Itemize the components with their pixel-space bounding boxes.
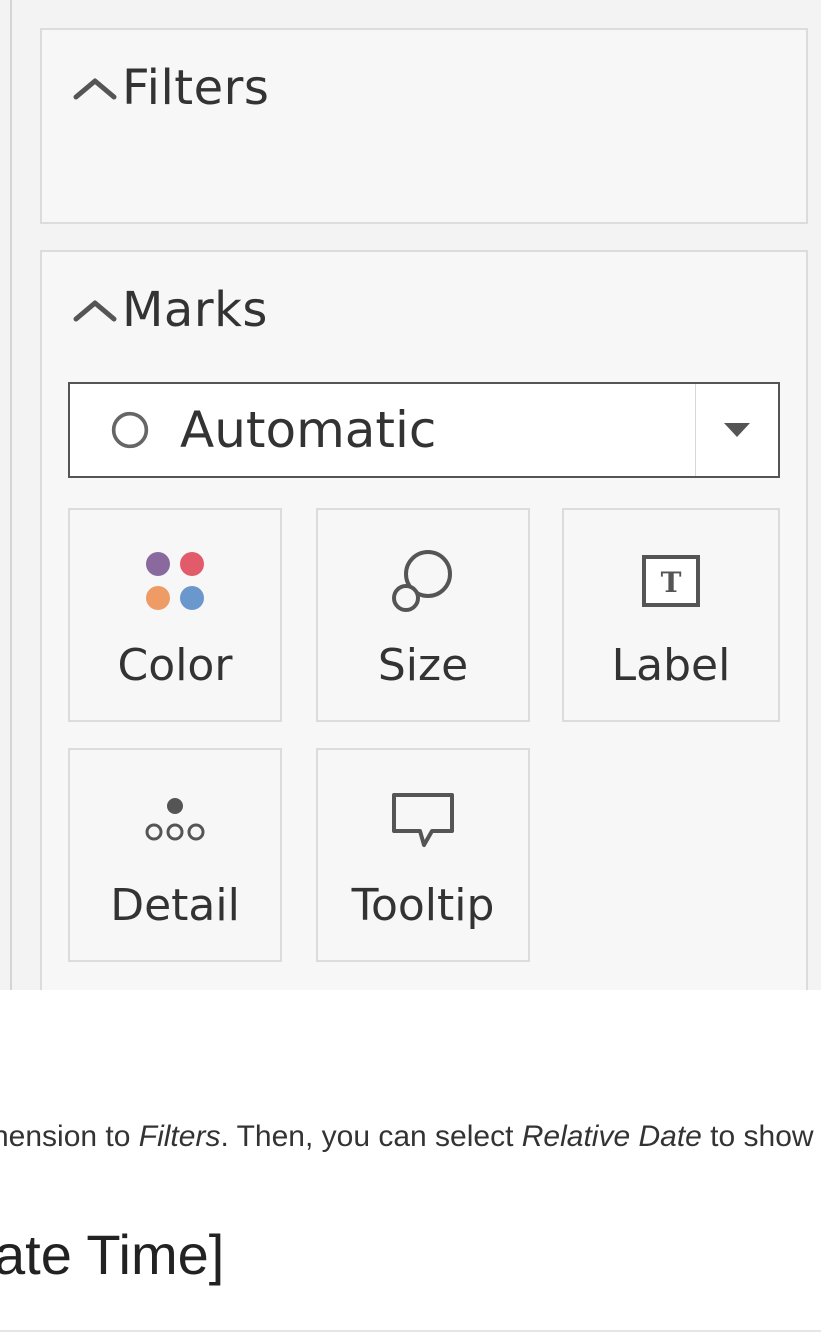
size-button-label: Size xyxy=(377,640,469,691)
mark-type-select[interactable]: Automatic xyxy=(68,382,780,478)
color-button-label: Color xyxy=(117,640,233,691)
dropdown-arrow-icon[interactable] xyxy=(695,384,778,476)
color-button[interactable]: Color xyxy=(68,508,282,722)
speech-bubble-icon xyxy=(318,786,528,856)
divider xyxy=(0,1330,821,1332)
label-button-label: Label xyxy=(611,640,731,691)
mark-type-value: Automatic xyxy=(180,401,437,459)
marks-card-title: Marks xyxy=(122,282,268,338)
detail-button-label: Detail xyxy=(110,880,240,931)
collapse-caret-icon[interactable] xyxy=(72,287,118,333)
color-dots-icon xyxy=(70,546,280,616)
tooltip-button-label: Tooltip xyxy=(351,880,495,931)
doc-heading: ate Time] xyxy=(0,1223,225,1286)
pane-divider xyxy=(10,0,12,990)
filters-card[interactable]: Filters xyxy=(40,28,808,224)
collapse-caret-icon[interactable] xyxy=(72,65,118,111)
size-circles-icon xyxy=(318,546,528,616)
doc-text-3: to show a xyxy=(710,1120,821,1153)
detail-dots-icon xyxy=(70,786,280,856)
doc-emphasis-relative-date: Relative Date xyxy=(521,1120,702,1153)
doc-text-2: . Then, you can select xyxy=(220,1120,522,1153)
detail-button[interactable]: Detail xyxy=(68,748,282,962)
marks-card: Marks Automatic Color Size T Label Detai… xyxy=(40,250,808,990)
filters-card-title: Filters xyxy=(122,60,270,116)
marks-card-header[interactable]: Marks xyxy=(72,282,268,338)
tableau-shelves-panel: Filters Marks Automatic Color Size T Lab… xyxy=(0,0,821,990)
tooltip-button[interactable]: Tooltip xyxy=(316,748,530,962)
doc-paragraph: nension to Filters. Then, you can select… xyxy=(0,1120,821,1154)
label-button[interactable]: T Label xyxy=(562,508,780,722)
svg-text:T: T xyxy=(661,566,682,599)
text-label-icon: T xyxy=(564,546,778,616)
filters-card-header[interactable]: Filters xyxy=(72,60,269,116)
circle-mark-icon xyxy=(110,410,150,450)
size-button[interactable]: Size xyxy=(316,508,530,722)
doc-emphasis-filters: Filters xyxy=(138,1120,221,1153)
doc-text-1: nension to xyxy=(0,1120,139,1153)
